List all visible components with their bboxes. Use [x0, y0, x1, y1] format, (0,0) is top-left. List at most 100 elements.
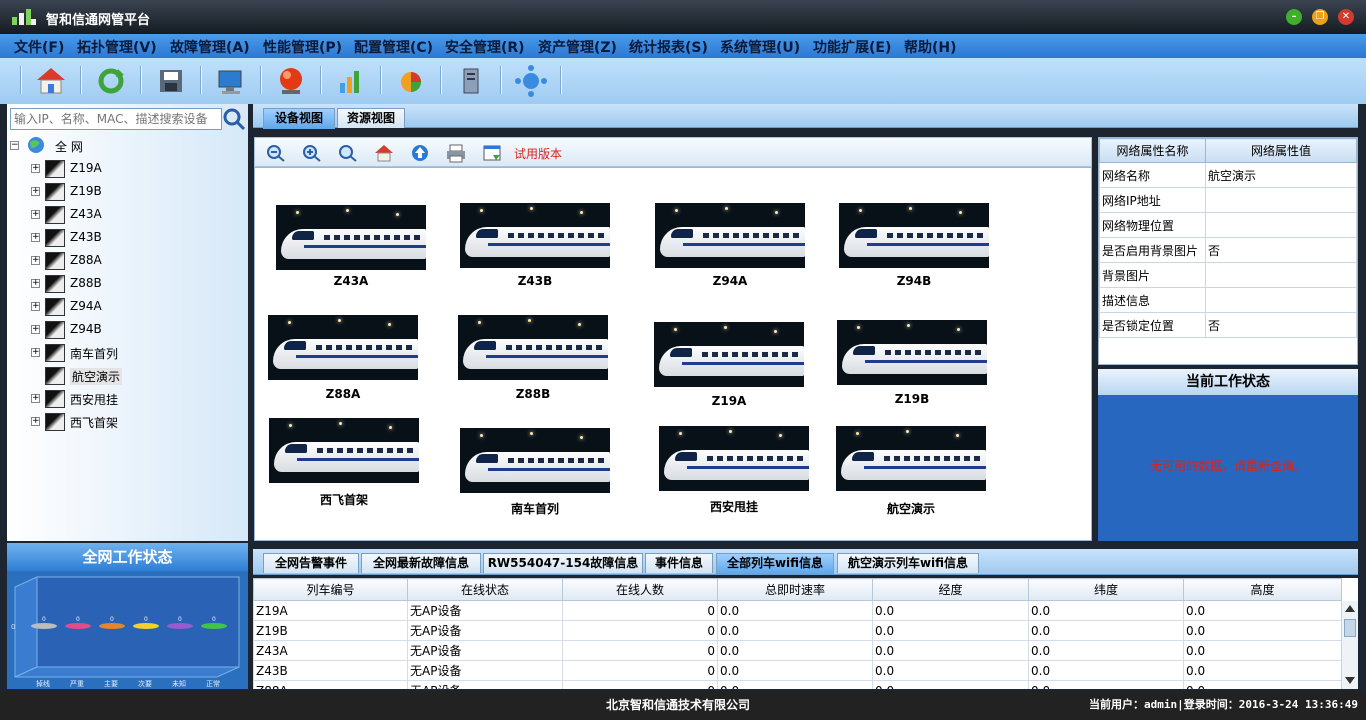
menu-config[interactable]: 配置管理(C) — [354, 37, 433, 57]
menu-security[interactable]: 安全管理(R) — [445, 37, 525, 57]
table-row[interactable]: Z43B 无AP设备 0 0.0 0.0 0.0 0.0 — [253, 660, 1342, 681]
tab-resource-view[interactable]: 资源视图 — [337, 108, 405, 128]
save-icon[interactable] — [154, 65, 188, 97]
pie-chart-icon[interactable] — [394, 65, 428, 97]
expand-icon[interactable]: + — [31, 187, 40, 196]
col-longitude[interactable]: 经度 — [872, 578, 1029, 601]
scroll-thumb[interactable] — [1344, 619, 1356, 637]
col-online-status[interactable]: 在线状态 — [407, 578, 563, 601]
prop-value[interactable]: 航空演示 — [1205, 162, 1357, 188]
device-node-label[interactable]: Z43B — [460, 274, 610, 288]
expand-icon[interactable]: + — [31, 256, 40, 265]
bar-chart-icon[interactable] — [334, 65, 368, 97]
expand-icon[interactable]: + — [31, 164, 40, 173]
device-node-image[interactable] — [460, 428, 610, 493]
menu-fault[interactable]: 故障管理(A) — [170, 37, 250, 57]
tab-device-faults[interactable]: RW554047-154故障信息 — [483, 553, 643, 573]
device-node-image[interactable] — [276, 205, 426, 270]
menu-topology[interactable]: 拓扑管理(V) — [77, 37, 157, 57]
tree-node[interactable]: + Z88B — [31, 274, 231, 294]
device-node-label[interactable]: Z94A — [655, 274, 805, 288]
device-node-label[interactable]: Z94B — [839, 274, 989, 288]
device-node-image[interactable] — [836, 426, 986, 491]
close-button[interactable]: ✕ — [1338, 9, 1354, 25]
export-icon[interactable] — [481, 143, 503, 163]
refresh-icon[interactable] — [94, 65, 128, 97]
tree-node[interactable]: + Z19B — [31, 182, 231, 202]
device-search-input[interactable] — [10, 108, 222, 130]
table-scrollbar[interactable] — [1341, 601, 1358, 689]
expand-icon[interactable]: + — [31, 394, 40, 403]
tab-device-view[interactable]: 设备视图 — [263, 108, 335, 129]
tree-node-selected[interactable]: 航空演示 — [31, 366, 231, 386]
tree-node[interactable]: + Z19A — [31, 159, 231, 179]
device-node-image[interactable] — [268, 315, 418, 380]
menu-file[interactable]: 文件(F) — [14, 37, 64, 57]
prop-row[interactable]: 是否锁定位置否 — [1099, 312, 1357, 338]
prop-row[interactable]: 网络物理位置 — [1099, 212, 1357, 238]
menu-system[interactable]: 系统管理(U) — [720, 37, 800, 57]
tree-root[interactable]: − 全 网 — [10, 136, 210, 156]
device-node-image[interactable] — [269, 418, 419, 483]
col-train-id[interactable]: 列车编号 — [253, 578, 408, 601]
network-monitor-icon[interactable] — [214, 65, 248, 97]
menu-report[interactable]: 统计报表(S) — [629, 37, 708, 57]
collapse-icon[interactable]: − — [10, 141, 19, 150]
scroll-up-arrow[interactable] — [1345, 605, 1355, 612]
prop-row[interactable]: 是否启用背景图片否 — [1099, 237, 1357, 263]
prop-row[interactable]: 网络IP地址 — [1099, 187, 1357, 213]
server-icon[interactable] — [454, 65, 488, 97]
alarm-light-icon[interactable] — [274, 65, 308, 97]
device-node-label[interactable]: 南车首列 — [460, 500, 610, 517]
topology-discover-icon[interactable] — [514, 65, 548, 97]
col-latitude[interactable]: 纬度 — [1028, 578, 1184, 601]
col-online-users[interactable]: 在线人数 — [562, 578, 718, 601]
tab-all-train-wifi[interactable]: 全部列车wifi信息 — [716, 553, 834, 574]
home-view-icon[interactable] — [373, 143, 395, 163]
expand-icon[interactable]: + — [31, 417, 40, 426]
restore-button[interactable]: ❐ — [1312, 9, 1328, 25]
tree-node[interactable]: + Z94A — [31, 297, 231, 317]
tab-aviation-train-wifi[interactable]: 航空演示列车wifi信息 — [837, 553, 979, 573]
device-node-image[interactable] — [839, 203, 989, 268]
device-node-label[interactable]: 西安甩挂 — [659, 498, 809, 515]
device-node-label[interactable]: Z19A — [654, 394, 804, 408]
expand-icon[interactable]: + — [31, 279, 40, 288]
tab-events[interactable]: 事件信息 — [645, 553, 713, 573]
device-node-label[interactable]: Z43A — [276, 274, 426, 288]
device-node-label[interactable]: Z19B — [837, 392, 987, 406]
menu-help[interactable]: 帮助(H) — [904, 37, 957, 57]
print-icon[interactable] — [445, 143, 467, 163]
prop-row[interactable]: 网络名称 航空演示 — [1099, 162, 1357, 188]
menu-asset[interactable]: 资产管理(Z) — [538, 37, 617, 57]
expand-icon[interactable]: + — [31, 325, 40, 334]
prop-value[interactable] — [1205, 212, 1357, 238]
tree-node[interactable]: + Z94B — [31, 320, 231, 340]
col-altitude[interactable]: 高度 — [1183, 578, 1342, 601]
device-node-image[interactable] — [460, 203, 610, 268]
device-node-label[interactable]: Z88A — [268, 387, 418, 401]
prop-row[interactable]: 背景图片 — [1099, 262, 1357, 288]
prop-value[interactable]: 否 — [1205, 312, 1357, 338]
table-row[interactable]: Z88A无AP设备00.00.00.00.0 — [253, 680, 1342, 689]
prop-value[interactable] — [1205, 187, 1357, 213]
expand-icon[interactable]: + — [31, 302, 40, 311]
zoom-out-icon[interactable] — [265, 143, 287, 163]
device-node-image[interactable] — [458, 315, 608, 380]
device-node-label[interactable]: Z88B — [458, 387, 608, 401]
device-node-label[interactable]: 西飞首架 — [269, 491, 419, 508]
device-node-label[interactable]: 航空演示 — [836, 500, 986, 517]
prop-value[interactable] — [1205, 287, 1357, 313]
up-level-icon[interactable] — [409, 143, 431, 163]
tree-node[interactable]: + Z43A — [31, 205, 231, 225]
device-node-image[interactable] — [837, 320, 987, 385]
zoom-in-icon[interactable] — [301, 143, 323, 163]
prop-value[interactable]: 否 — [1205, 237, 1357, 263]
menu-performance[interactable]: 性能管理(P) — [263, 37, 342, 57]
menu-extension[interactable]: 功能扩展(E) — [813, 37, 891, 57]
device-node-image[interactable] — [659, 426, 809, 491]
device-node-image[interactable] — [654, 322, 804, 387]
prop-value[interactable] — [1205, 262, 1357, 288]
scroll-down-arrow[interactable] — [1345, 677, 1355, 684]
tree-node[interactable]: + 南车首列 — [31, 343, 231, 363]
